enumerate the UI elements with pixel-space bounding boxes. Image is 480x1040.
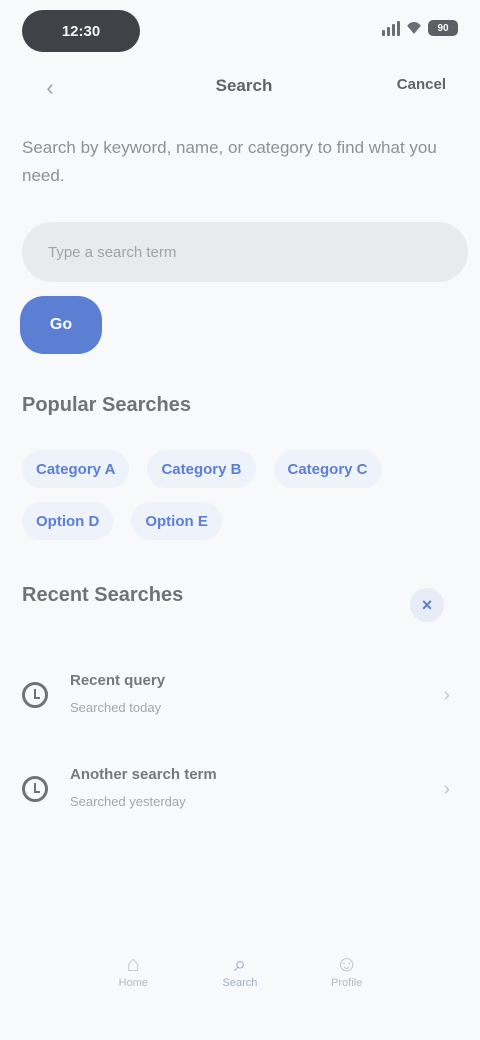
battery-icon: 90 bbox=[428, 20, 458, 36]
signal-icon bbox=[382, 20, 400, 36]
list-item[interactable]: Another search term Searched yesterday › bbox=[0, 752, 480, 846]
recent-list: Recent query Searched today › Another se… bbox=[0, 658, 480, 846]
home-icon: ⌂ bbox=[126, 951, 140, 976]
clear-history-button[interactable]: × bbox=[410, 588, 444, 622]
tab-home[interactable]: ⌂ Home bbox=[98, 940, 168, 1000]
popular-searches-title: Popular Searches bbox=[22, 394, 191, 416]
status-bar: 12:30 90 bbox=[22, 10, 458, 54]
page-title: Search bbox=[215, 76, 273, 95]
tab-label: Search bbox=[222, 977, 258, 989]
tab-label: Profile bbox=[331, 977, 363, 989]
recent-query: Another search term bbox=[70, 766, 217, 783]
search-prompt: Search by keyword, name, or category to … bbox=[22, 138, 437, 185]
popular-chip[interactable]: Category C bbox=[273, 450, 382, 488]
chevron-right-icon: › bbox=[443, 684, 450, 706]
popular-chip[interactable]: Category B bbox=[147, 450, 256, 488]
chevron-right-icon: › bbox=[443, 778, 450, 800]
history-icon bbox=[22, 776, 48, 802]
tab-profile[interactable]: ☺ Profile bbox=[312, 940, 382, 1000]
status-icons: 90 bbox=[382, 20, 458, 36]
search-input[interactable] bbox=[22, 222, 468, 282]
popular-chip[interactable]: Option E bbox=[131, 502, 222, 540]
popular-chip[interactable]: Category A bbox=[22, 450, 130, 488]
list-item[interactable]: Recent query Searched today › bbox=[0, 658, 480, 752]
wifi-icon bbox=[406, 22, 422, 34]
history-icon bbox=[22, 682, 48, 708]
top-nav: ‹ Search Cancel bbox=[0, 70, 480, 104]
profile-icon: ☺ bbox=[335, 951, 358, 976]
clear-icon: × bbox=[421, 594, 433, 615]
search-button[interactable]: Go bbox=[20, 296, 102, 354]
status-time: 12:30 bbox=[22, 10, 140, 52]
search-screen: 12:30 90 ‹ Search Cancel Search by keywo… bbox=[0, 0, 480, 1040]
recent-meta: Searched today bbox=[70, 700, 162, 715]
search-icon: ⌕ bbox=[233, 951, 247, 976]
chevron-left-icon: ‹ bbox=[46, 75, 54, 100]
tab-search[interactable]: ⌕ Search bbox=[205, 940, 275, 1000]
popular-chips: Category A Category B Category C Option … bbox=[22, 450, 462, 540]
recent-meta: Searched yesterday bbox=[70, 794, 186, 809]
recent-query: Recent query bbox=[70, 672, 166, 689]
cancel-button[interactable]: Cancel bbox=[360, 76, 446, 98]
popular-chip[interactable]: Option D bbox=[22, 502, 114, 540]
recent-searches-title: Recent Searches bbox=[22, 584, 184, 606]
back-button[interactable]: ‹ bbox=[36, 74, 64, 102]
bottom-nav: ⌂ Home ⌕ Search ☺ Profile bbox=[80, 940, 400, 1000]
tab-label: Home bbox=[118, 977, 148, 989]
